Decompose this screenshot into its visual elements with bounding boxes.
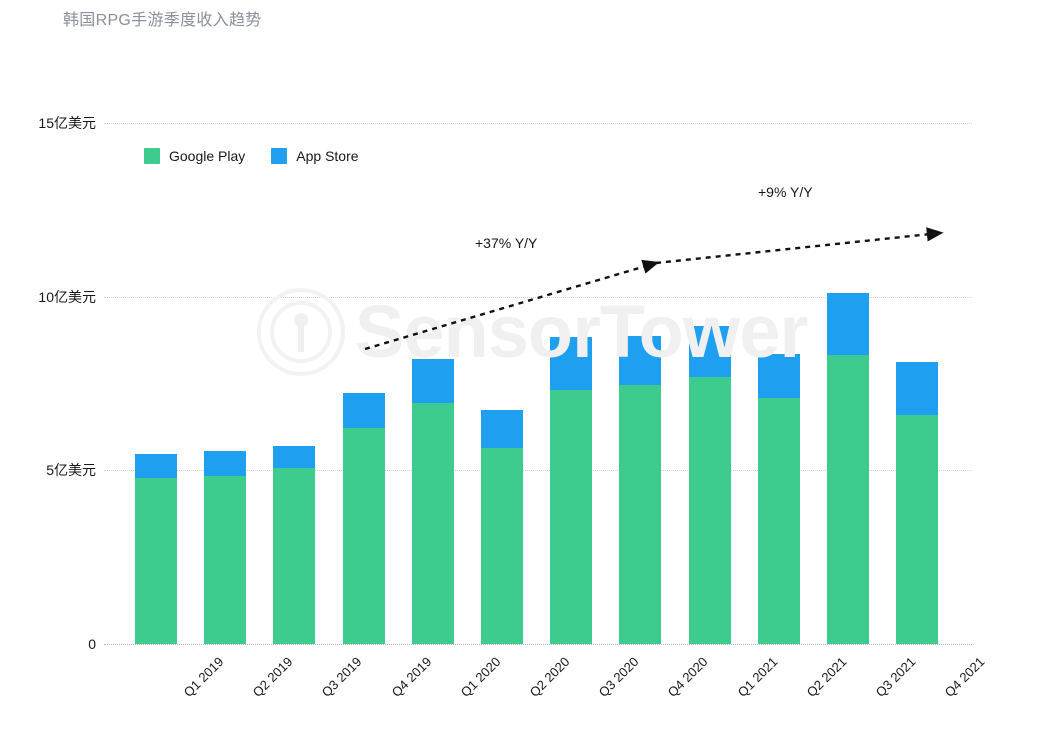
x-tick-label: Q4 2019	[388, 654, 434, 700]
bar-segment[interactable]	[896, 362, 938, 415]
x-tick-label: Q1 2021	[734, 654, 780, 700]
bar-segment[interactable]	[758, 354, 800, 398]
x-tick-label: Q2 2021	[803, 654, 849, 700]
bar-segment[interactable]	[896, 415, 938, 644]
page-title: 韩国RPG手游季度收入趋势	[63, 6, 262, 30]
bar-segment[interactable]	[273, 446, 315, 468]
x-tick-label: Q2 2020	[527, 654, 573, 700]
plot-area	[104, 123, 972, 644]
chart-legend: Google Play App Store	[144, 148, 359, 164]
growth-annotation-label: +9% Y/Y	[758, 184, 813, 200]
bar-segment[interactable]	[689, 326, 731, 377]
x-tick-label: Q4 2021	[942, 654, 988, 700]
bar-segment[interactable]	[412, 403, 454, 644]
growth-annotation-label: +37% Y/Y	[475, 235, 537, 251]
bar-segment[interactable]	[481, 448, 523, 644]
bar-segment[interactable]	[204, 451, 246, 476]
square-swatch-icon	[144, 148, 160, 164]
y-tick-label: 5亿美元	[46, 460, 96, 480]
x-tick-label: Q2 2019	[250, 654, 296, 700]
bar-segment[interactable]	[343, 393, 385, 428]
y-tick-label: 15亿美元	[38, 113, 96, 133]
bar-series-group	[104, 123, 972, 644]
bar-segment[interactable]	[689, 377, 731, 644]
bar-segment[interactable]	[550, 390, 592, 644]
x-tick-label: Q4 2020	[665, 654, 711, 700]
legend-item[interactable]: App Store	[271, 148, 358, 164]
legend-item-label: Google Play	[169, 148, 245, 164]
bar-segment[interactable]	[619, 336, 661, 385]
bar-segment[interactable]	[412, 359, 454, 402]
bar-segment[interactable]	[827, 293, 869, 355]
bar-segment[interactable]	[135, 478, 177, 644]
bar-segment[interactable]	[758, 398, 800, 644]
bar-segment[interactable]	[827, 355, 869, 644]
legend-item[interactable]: Google Play	[144, 148, 245, 164]
x-axis: Q1 2019 Q2 2019 Q3 2019 Q4 2019 Q1 2020 Q2 20…	[104, 644, 972, 729]
bar-segment[interactable]	[550, 337, 592, 390]
x-tick-label: Q1 2019	[181, 654, 227, 700]
y-tick-label: 10亿美元	[38, 287, 96, 307]
chart-container: 韩国RPG手游季度收入趋势 0 5亿美元 10亿美元 15亿美元 Q1 2019 Q2 …	[0, 0, 1060, 729]
x-tick-label: Q3 2019	[319, 654, 365, 700]
bar-segment[interactable]	[481, 410, 523, 448]
bar-segment[interactable]	[273, 468, 315, 644]
y-tick-label: 0	[88, 636, 96, 652]
x-tick-label: Q3 2021	[873, 654, 919, 700]
y-axis: 05亿美元10亿美元15亿美元	[0, 123, 96, 644]
legend-item-label: App Store	[296, 148, 358, 164]
bar-segment[interactable]	[204, 476, 246, 644]
x-tick-label: Q3 2020	[596, 654, 642, 700]
square-swatch-icon	[271, 148, 287, 164]
bar-segment[interactable]	[343, 428, 385, 644]
bar-segment[interactable]	[619, 385, 661, 644]
bar-segment[interactable]	[135, 454, 177, 478]
x-tick-label: Q1 2020	[457, 654, 503, 700]
